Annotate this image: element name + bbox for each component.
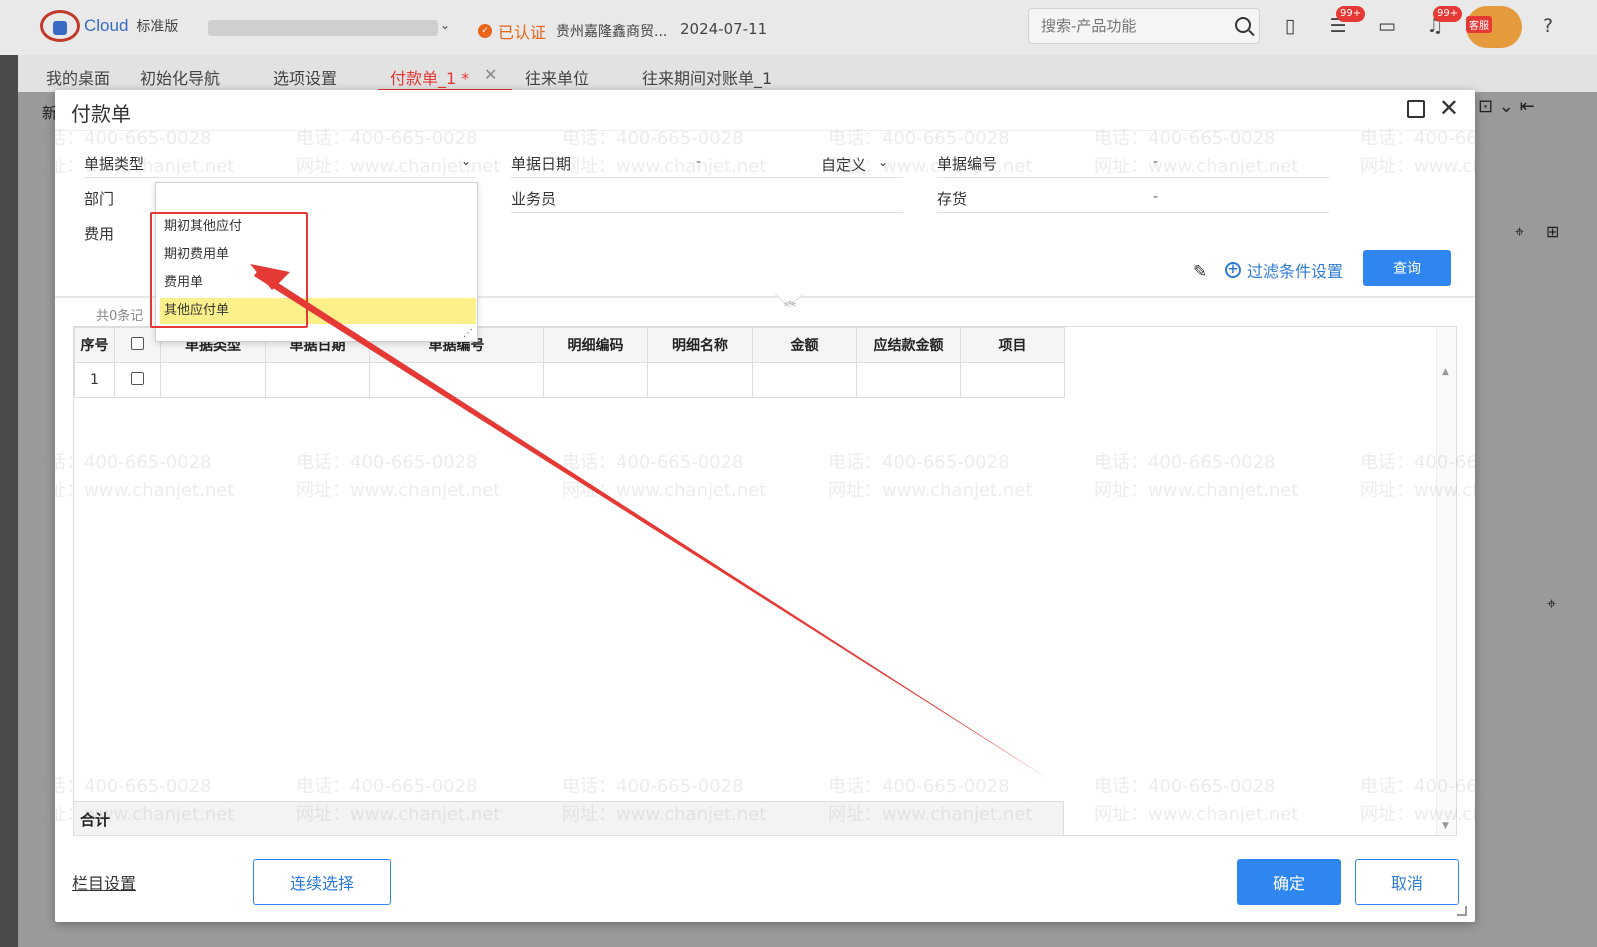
salesperson-label: 业务员 bbox=[511, 190, 557, 208]
detail-grid: 序号 单据类型 单据日期 单据编号 明细编码 明细名称 金额 应结款金额 项目 … bbox=[73, 326, 1457, 836]
chevron-down-icon[interactable]: ⌄ bbox=[878, 155, 888, 169]
left-nav-strip[interactable] bbox=[0, 55, 18, 947]
salesperson-field[interactable] bbox=[511, 212, 903, 213]
col-project[interactable]: 项目 bbox=[960, 327, 1065, 363]
annotation-highlight-box bbox=[150, 212, 308, 328]
doc-date-value[interactable]: - bbox=[696, 154, 701, 170]
table-cell[interactable] bbox=[752, 362, 857, 398]
doc-type-label: 单据类型 bbox=[84, 155, 145, 173]
bell-badge: 99+ bbox=[1433, 6, 1463, 22]
location-icon[interactable]: ⌖ bbox=[1515, 222, 1524, 242]
col-detail-name[interactable]: 明细名称 bbox=[647, 327, 753, 363]
layout-icon[interactable]: ⊞ bbox=[1546, 222, 1559, 241]
plus-circle-icon: + bbox=[1225, 262, 1241, 278]
certification: ✓ 已认证 贵州嘉隆鑫商贸... bbox=[478, 19, 667, 43]
tab-partners[interactable]: 往来单位 bbox=[525, 65, 589, 89]
row-select[interactable] bbox=[114, 362, 161, 398]
col-detail-code[interactable]: 明细编码 bbox=[543, 327, 648, 363]
company-name: 贵州嘉隆鑫商贸... bbox=[556, 24, 668, 40]
certified-icon: ✓ bbox=[478, 24, 492, 38]
col-settle-amount[interactable]: 应结款金额 bbox=[856, 327, 961, 363]
search-icon[interactable] bbox=[1235, 17, 1251, 33]
table-cell[interactable] bbox=[369, 362, 544, 398]
app-header: Cloud 标准版 ⌄ ✓ 已认证 贵州嘉隆鑫商贸... 2024-07-11 … bbox=[0, 0, 1597, 55]
app-logo[interactable]: Cloud 标准版 bbox=[40, 10, 178, 42]
doc-no-field[interactable] bbox=[937, 177, 1329, 178]
todo-icon[interactable]: ☰ 99+ bbox=[1326, 6, 1366, 38]
cancel-button[interactable]: 取消 bbox=[1355, 859, 1459, 905]
doc-no-label: 单据编号 bbox=[937, 155, 998, 173]
login-date: 2024-07-11 bbox=[680, 20, 768, 38]
dept-label: 部门 bbox=[84, 190, 115, 208]
continuous-select-button[interactable]: 连续选择 bbox=[253, 859, 391, 905]
account-selector[interactable] bbox=[208, 20, 438, 36]
filter-settings-label: 过滤条件设置 bbox=[1247, 262, 1344, 281]
select-all-checkbox[interactable] bbox=[131, 336, 144, 350]
resize-grip-icon[interactable]: ⋰ bbox=[463, 328, 473, 339]
table-cell[interactable] bbox=[543, 362, 648, 398]
filter-settings-link[interactable]: + 过滤条件设置 bbox=[1225, 258, 1343, 282]
table-cell[interactable] bbox=[160, 362, 266, 398]
inventory-label: 存货 bbox=[937, 190, 968, 208]
inventory-value[interactable]: - bbox=[1153, 189, 1158, 205]
doc-no-value[interactable]: - bbox=[1153, 154, 1158, 170]
total-label: 合计 bbox=[80, 811, 111, 829]
row-checkbox[interactable] bbox=[131, 371, 144, 385]
scroll-up-icon[interactable]: ▲ bbox=[1442, 367, 1449, 377]
scroll-down-icon[interactable]: ▼ bbox=[1442, 821, 1449, 831]
chevron-down-icon[interactable]: ⌄ bbox=[440, 18, 450, 32]
divider bbox=[55, 130, 1475, 131]
table-cell[interactable] bbox=[265, 362, 370, 398]
expense-label: 费用 bbox=[84, 225, 115, 243]
support-label: 客服 bbox=[1466, 16, 1492, 33]
search-input[interactable] bbox=[1029, 9, 1219, 43]
inventory-field[interactable] bbox=[937, 212, 1329, 213]
pin-icon[interactable]: ✎ bbox=[1193, 262, 1207, 282]
table-cell[interactable] bbox=[647, 362, 753, 398]
chevron-down-icon[interactable]: ⌄ bbox=[461, 154, 471, 168]
table-cell[interactable] bbox=[960, 362, 1065, 398]
confirm-button[interactable]: 确定 bbox=[1237, 859, 1341, 905]
support-mascot[interactable]: 客服 bbox=[1466, 6, 1522, 48]
search-box[interactable] bbox=[1028, 8, 1260, 44]
tab-init-nav[interactable]: 初始化导航 bbox=[140, 65, 220, 89]
column-settings-link[interactable]: 栏目设置 bbox=[72, 870, 136, 894]
resize-handle[interactable] bbox=[1457, 906, 1467, 916]
help-icon[interactable]: ? bbox=[1536, 14, 1560, 38]
col-amount[interactable]: 金额 bbox=[752, 327, 857, 363]
bell-icon[interactable]: ♫ 99+ bbox=[1423, 6, 1463, 38]
modal-title: 付款单 bbox=[71, 102, 131, 126]
tab-payment[interactable]: 付款单_1 * bbox=[390, 65, 469, 89]
phone-icon[interactable]: ▯ bbox=[1278, 14, 1302, 38]
close-icon[interactable]: ✕ bbox=[484, 65, 497, 84]
tab-reconciliation[interactable]: 往来期间对账单_1 bbox=[642, 65, 772, 89]
total-row: 合计 bbox=[74, 801, 1064, 835]
doc-type-field[interactable] bbox=[84, 177, 476, 178]
doc-date-field[interactable] bbox=[511, 177, 903, 178]
tab-options[interactable]: 选项设置 bbox=[273, 65, 337, 89]
col-seq: 序号 bbox=[74, 327, 115, 363]
vertical-scrollbar[interactable]: ▲ ▼ bbox=[1436, 327, 1456, 835]
location-icon[interactable]: ⌖ bbox=[1547, 594, 1556, 614]
logo-icon bbox=[40, 10, 80, 42]
logo-text: Cloud bbox=[84, 16, 129, 35]
message-icon[interactable]: ▭ bbox=[1375, 14, 1399, 38]
record-count: 共0条记 bbox=[96, 309, 144, 324]
row-seq: 1 bbox=[74, 362, 115, 398]
query-button[interactable]: 查询 bbox=[1363, 250, 1451, 286]
chevron-up-icon[interactable]: ︽ bbox=[784, 292, 796, 309]
preview-icon[interactable]: ⊡ ⌄ ⇤ bbox=[1478, 96, 1535, 117]
edition-label: 标准版 bbox=[136, 19, 179, 35]
cert-label: 已认证 bbox=[498, 23, 547, 42]
doc-date-label: 单据日期 bbox=[511, 155, 572, 173]
col-select-all[interactable] bbox=[114, 327, 161, 363]
table-cell[interactable] bbox=[856, 362, 961, 398]
maximize-icon[interactable] bbox=[1407, 100, 1425, 118]
tab-bar: 我的桌面 初始化导航 选项设置 付款单_1 * ✕ 往来单位 往来期间对账单_1 bbox=[0, 55, 1597, 92]
close-icon[interactable]: ✕ bbox=[1439, 94, 1459, 122]
todo-badge: 99+ bbox=[1336, 6, 1366, 22]
table-row[interactable]: 1 bbox=[74, 362, 1065, 398]
tab-desktop[interactable]: 我的桌面 bbox=[46, 65, 110, 89]
custom-range-select[interactable]: 自定义 bbox=[821, 154, 866, 175]
